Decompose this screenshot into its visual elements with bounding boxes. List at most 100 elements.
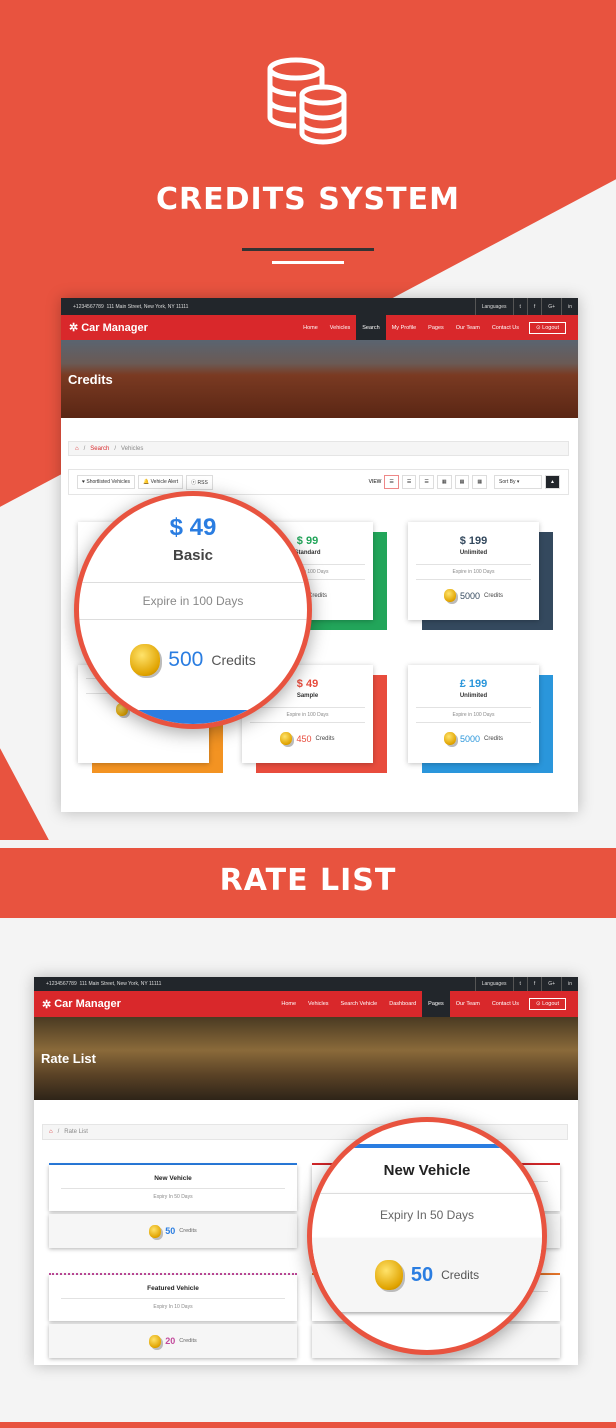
home-icon[interactable]: ⌂ bbox=[49, 1129, 53, 1135]
plan-name: Unlimited bbox=[459, 693, 488, 699]
page-title: Credits bbox=[68, 371, 113, 387]
topbar: +1234567789 111 Main Street, New York, N… bbox=[34, 977, 578, 991]
linkedin-icon[interactable]: in bbox=[561, 977, 578, 991]
magnified-plan: Basic bbox=[172, 547, 214, 564]
nav-dashboard[interactable]: Dashboard bbox=[383, 991, 422, 1017]
facebook-icon[interactable]: f bbox=[526, 977, 541, 991]
sort-select[interactable]: Sort By ▾ bbox=[494, 475, 543, 489]
toolbar: ♥ Shortlisted Vehicles 🔔 Vehicle Alert ⓡ… bbox=[68, 469, 569, 495]
magnified-price: $ 49 bbox=[169, 514, 217, 541]
coins-icon bbox=[149, 1334, 162, 1348]
navbar: ✲ Car Manager Home Vehicles Search Vehicl… bbox=[34, 991, 578, 1017]
breadcrumb-current: Vehicles bbox=[120, 445, 144, 452]
logo[interactable]: ✲ Car Manager bbox=[34, 998, 121, 1011]
plan-expire: Expire in 100 Days bbox=[416, 564, 531, 580]
plan-credits: 450 bbox=[296, 733, 312, 744]
credits-label: Credits bbox=[484, 592, 504, 599]
logo[interactable]: ✲ Car Manager bbox=[61, 321, 148, 335]
section-title-credits: CREDITS SYSTEM bbox=[156, 182, 460, 217]
credits-label: Credits bbox=[315, 735, 335, 742]
breadcrumb: ⌂ / Search / Vehicles bbox=[68, 441, 569, 456]
view-list2-icon[interactable]: ☰ bbox=[401, 475, 417, 489]
page-banner: Rate List bbox=[34, 1017, 578, 1100]
plan-expire: Expire in 100 Days bbox=[416, 707, 531, 723]
credit-plan-card[interactable]: £ 199 Unlimited Expire in 100 Days 5000 C… bbox=[408, 665, 553, 773]
rate-credits: 20 bbox=[165, 1336, 176, 1346]
car-logo-icon: ✲ bbox=[42, 998, 52, 1011]
credit-plan-card[interactable]: $ 199 Unlimited Expire in 100 Days 5000 C… bbox=[408, 522, 553, 630]
logout-button[interactable]: ⊙ Logout bbox=[529, 998, 566, 1010]
twitter-icon[interactable]: t bbox=[512, 977, 527, 991]
nav-pages[interactable]: Pages bbox=[422, 315, 450, 340]
view-grid-icon[interactable]: ▦ bbox=[436, 475, 452, 489]
view-label: VIEW bbox=[368, 479, 382, 485]
magnified-credits: 500 bbox=[168, 648, 204, 671]
nav-our-team[interactable]: Our Team bbox=[450, 991, 486, 1017]
magnifier: $ 49 Basic Expire in 100 Days 500 Credit… bbox=[74, 491, 312, 729]
magnifier: New Vehicle Expiry In 50 Days 50 Credits bbox=[307, 1117, 547, 1355]
credits-label: Credits bbox=[179, 1338, 197, 1344]
facebook-icon[interactable]: f bbox=[526, 298, 541, 315]
coins-icon bbox=[443, 732, 456, 745]
credits-label: Credits bbox=[179, 1228, 197, 1234]
languages-link[interactable]: Languages bbox=[474, 298, 513, 315]
rss-button[interactable]: ⓡ RSS bbox=[186, 474, 213, 490]
rate-expiry: Expiry In 50 Days bbox=[61, 1188, 285, 1200]
nav-vehicles[interactable]: Vehicles bbox=[302, 991, 335, 1017]
nav-our-team[interactable]: Our Team bbox=[450, 315, 486, 340]
credits-screenshot: +1234567789 111 Main Street, New York, N… bbox=[61, 298, 578, 812]
view-list-icon[interactable]: ☰ bbox=[384, 475, 399, 489]
plan-price: £ 199 bbox=[459, 678, 488, 690]
nav-contact[interactable]: Contact Us bbox=[486, 991, 525, 1017]
coins-icon bbox=[280, 732, 293, 745]
googleplus-icon[interactable]: G+ bbox=[541, 977, 561, 991]
nav-search[interactable]: Search bbox=[356, 315, 386, 340]
database-icon bbox=[267, 57, 347, 145]
view-grid3-icon[interactable]: ▦ bbox=[472, 475, 488, 489]
rate-title: New Vehicle bbox=[154, 1175, 192, 1182]
vehicle-alert-button[interactable]: 🔔 Vehicle Alert bbox=[138, 475, 184, 489]
magnified-expiry: Expiry In 50 Days bbox=[312, 1193, 542, 1238]
magnified-credits: 50 bbox=[410, 1263, 434, 1286]
address: 111 Main Street, New York, NY 11111 bbox=[106, 303, 189, 310]
phone: +1234567789 bbox=[46, 981, 77, 987]
logout-button[interactable]: ⊙ Logout bbox=[529, 321, 566, 334]
bottom-bar bbox=[0, 1422, 616, 1428]
rate-card[interactable]: New Vehicle Expiry In 50 Days 50 Credits bbox=[49, 1163, 297, 1248]
nav-pages[interactable]: Pages bbox=[422, 991, 450, 1017]
plan-credits: 5000 bbox=[459, 733, 480, 744]
rate-expiry: Expiry In 10 Days bbox=[61, 1298, 285, 1310]
rate-card[interactable]: Featured Vehicle Expiry In 10 Days 20 Cre… bbox=[49, 1273, 297, 1358]
linkedin-icon[interactable]: in bbox=[561, 298, 578, 315]
coins-icon bbox=[149, 1224, 162, 1238]
nav-search-vehicle[interactable]: Search Vehicle bbox=[335, 991, 384, 1017]
topbar: +1234567789 111 Main Street, New York, N… bbox=[61, 298, 578, 315]
nav-contact[interactable]: Contact Us bbox=[486, 315, 525, 340]
plan-price: $ 199 bbox=[459, 535, 488, 547]
divider bbox=[242, 248, 374, 251]
googleplus-icon[interactable]: G+ bbox=[541, 298, 561, 315]
shortlisted-button[interactable]: ♥ Shortlisted Vehicles bbox=[77, 475, 135, 489]
nav-home[interactable]: Home bbox=[297, 315, 324, 340]
nav-my-profile[interactable]: My Profile bbox=[386, 315, 422, 340]
view-list3-icon[interactable]: ☰ bbox=[419, 475, 434, 489]
magnified-expire: Expire in 100 Days bbox=[79, 582, 307, 620]
plan-name: Unlimited bbox=[459, 550, 488, 556]
twitter-icon[interactable]: t bbox=[512, 298, 527, 315]
page-banner: Credits bbox=[61, 340, 578, 418]
view-grid2-icon[interactable]: ▦ bbox=[454, 475, 470, 489]
magnified-credits-label: Credits bbox=[211, 652, 256, 668]
sort-direction-button[interactable]: ▲ bbox=[545, 475, 560, 489]
breadcrumb-search[interactable]: Search bbox=[90, 446, 109, 452]
section-title-rate-list: RATE LIST bbox=[219, 863, 397, 898]
rate-list-screenshot: +1234567789 111 Main Street, New York, N… bbox=[34, 977, 578, 1365]
nav-vehicles[interactable]: Vehicles bbox=[324, 315, 357, 340]
page-title: Rate List bbox=[41, 1051, 96, 1066]
navbar: ✲ Car Manager Home Vehicles Search My Pro… bbox=[61, 315, 578, 340]
languages-link[interactable]: Languages bbox=[474, 977, 513, 991]
car-logo-icon: ✲ bbox=[69, 322, 79, 334]
divider bbox=[272, 261, 344, 264]
address: 111 Main Street, New York, NY 11111 bbox=[79, 981, 162, 987]
nav-home[interactable]: Home bbox=[275, 991, 302, 1017]
home-icon[interactable]: ⌂ bbox=[75, 446, 79, 452]
